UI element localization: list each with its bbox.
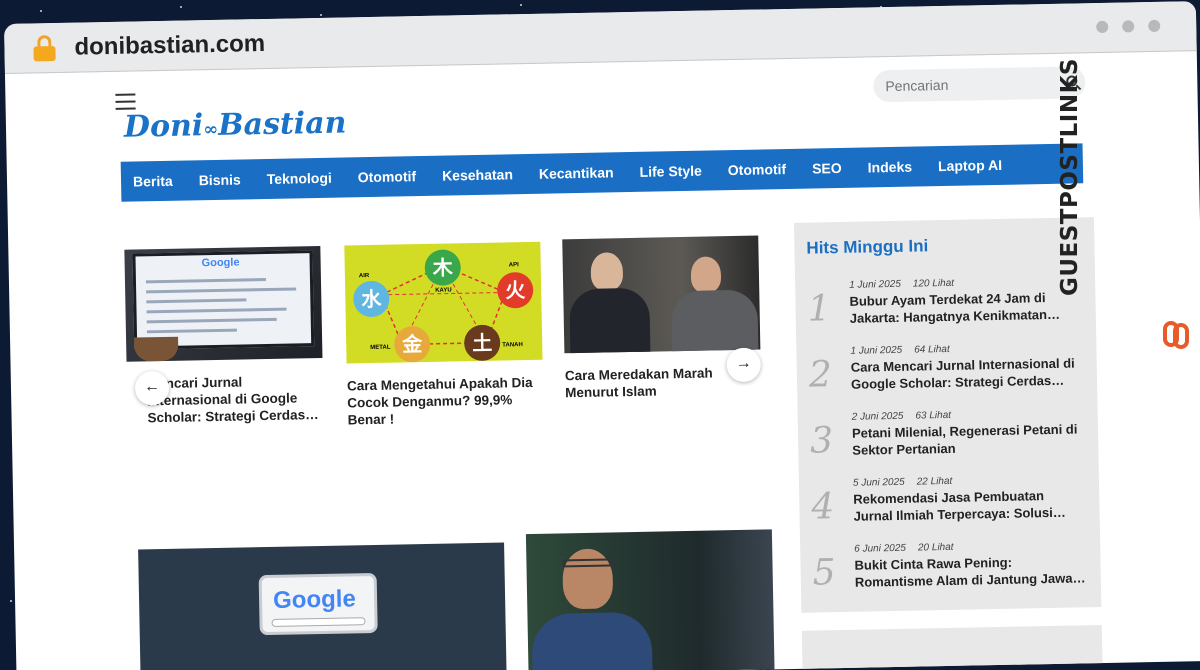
nav-item-teknologi[interactable]: Teknologi — [267, 170, 332, 187]
hit-date: 5 Juni 2025 — [852, 476, 905, 489]
card-image[interactable] — [525, 529, 775, 670]
hit-title[interactable]: Cara Mencari Jurnal Internasional di Goo… — [851, 354, 1084, 392]
nav-item-otomotif-2[interactable]: Otomotif — [728, 161, 787, 178]
article-card[interactable] — [525, 529, 775, 670]
logo-word-1: Doni — [123, 108, 204, 145]
hit-date: 6 Juni 2025 — [854, 542, 907, 555]
main-nav: Berita Bisnis Teknologi Otomotif Kesehat… — [120, 143, 1084, 202]
window-dot-icon[interactable] — [1122, 20, 1135, 33]
list-item[interactable]: 5 6 Juni 2025 20 Lihat Bukit Cinta Rawa P… — [812, 539, 1093, 604]
list-item[interactable]: 4 5 Juni 2025 22 Lihat Rekomendasi Jasa P… — [811, 473, 1092, 538]
link-icon — [1163, 321, 1189, 349]
lock-icon — [32, 34, 56, 61]
person-head — [590, 252, 624, 291]
nav-item-otomotif[interactable]: Otomotif — [358, 168, 417, 185]
nav-item-laptop-ai[interactable]: Laptop AI — [938, 157, 1002, 174]
element-label: KAYU — [435, 287, 452, 294]
google-logo-text: Google — [201, 256, 240, 270]
hit-date: 1 Juni 2025 — [849, 278, 901, 291]
hit-title[interactable]: Rekomendasi Jasa Pembuatan Jurnal Ilmiah… — [853, 486, 1086, 524]
watermark-text: GUESTPOSTLINKS — [1056, 58, 1083, 297]
sidebar-title: Hits Minggu Ini — [806, 236, 929, 258]
window-controls — [1096, 19, 1161, 34]
hit-views: 22 Lihat — [916, 475, 953, 488]
logo-word-2: Bastian — [217, 105, 347, 143]
search-box — [873, 66, 1086, 103]
list-item[interactable]: 2 1 Juni 2025 64 Lihat Cara Mencari Jurna… — [808, 341, 1089, 406]
hit-rank: 2 — [808, 354, 833, 396]
card-image[interactable]: Google — [138, 542, 507, 670]
browser-window: donibastian.com Doni∞Bastian Berita Bisn… — [4, 1, 1200, 670]
element-label: API — [508, 262, 519, 269]
hit-views: 64 Lihat — [914, 343, 950, 356]
nav-item-kecantikan[interactable]: Kecantikan — [539, 164, 614, 181]
logo-mark-icon: ∞ — [203, 118, 219, 141]
article-card[interactable]: Google — [138, 542, 507, 670]
arrow-left-icon: ← — [143, 378, 161, 396]
list-item[interactable]: 3 2 Juni 2025 63 Lihat Petani Milenial, R… — [810, 407, 1091, 472]
hit-views: 120 Lihat — [912, 277, 955, 290]
sidebar-widget — [801, 625, 1103, 670]
card-image[interactable] — [562, 235, 761, 354]
nav-item-kesehatan[interactable]: Kesehatan — [442, 166, 513, 183]
person-head — [690, 256, 722, 293]
site-logo[interactable]: Doni∞Bastian — [124, 105, 347, 144]
watermark: GUESTPOSTLINKS — [1057, 58, 1194, 358]
hit-title[interactable]: Bukit Cinta Rawa Pening: Romantisme Alam… — [854, 552, 1087, 590]
nav-item-bisnis[interactable]: Bisnis — [199, 171, 241, 188]
url-text[interactable]: donibastian.com — [74, 29, 265, 61]
card-image[interactable]: Google — [124, 245, 323, 362]
slider-card[interactable]: 木 水 火 金 土 AIR KAYU API METAL TANAH Cara … — [344, 241, 544, 429]
card-title[interactable]: Cara Mengetahui Apakah Dia Cocok Denganm… — [347, 374, 544, 429]
hit-rank: 4 — [811, 486, 835, 528]
nav-item-lifestyle[interactable]: Life Style — [639, 163, 702, 180]
hit-date: 2 Juni 2025 — [851, 410, 904, 423]
arrow-right-icon: → — [735, 354, 752, 373]
nav-item-indeks[interactable]: Indeks — [868, 159, 913, 176]
sidebar-hits: Hits Minggu Ini 1 1 Juni 2025 120 Lihat B… — [793, 217, 1102, 613]
hit-title[interactable]: Petani Milenial, Regenerasi Petani di Se… — [852, 420, 1085, 458]
element-label: TANAH — [502, 342, 523, 349]
window-dot-icon[interactable] — [1096, 20, 1109, 34]
nav-item-berita[interactable]: Berita — [133, 173, 173, 190]
search-input[interactable] — [885, 74, 1067, 95]
element-label: METAL — [370, 344, 391, 352]
hit-title[interactable]: Bubur Ayam Terdekat 24 Jam di Jakarta: H… — [849, 288, 1082, 326]
hit-date: 1 Juni 2025 — [850, 344, 903, 357]
element-label: AIR — [358, 273, 370, 280]
hit-rank: 5 — [812, 552, 836, 594]
nav-item-seo[interactable]: SEO — [812, 160, 842, 177]
list-item[interactable]: 1 1 Juni 2025 120 Lihat Bubur Ayam Terdek… — [807, 275, 1088, 340]
hit-rank: 3 — [809, 420, 834, 462]
card-image[interactable]: 木 水 火 金 土 AIR KAYU API METAL TANAH — [344, 241, 543, 364]
window-dot-icon[interactable] — [1148, 19, 1161, 33]
google-logo-text: Google — [272, 585, 357, 614]
hit-views: 63 Lihat — [915, 409, 952, 422]
hit-rank: 1 — [807, 288, 831, 330]
hit-views: 20 Lihat — [917, 541, 954, 554]
